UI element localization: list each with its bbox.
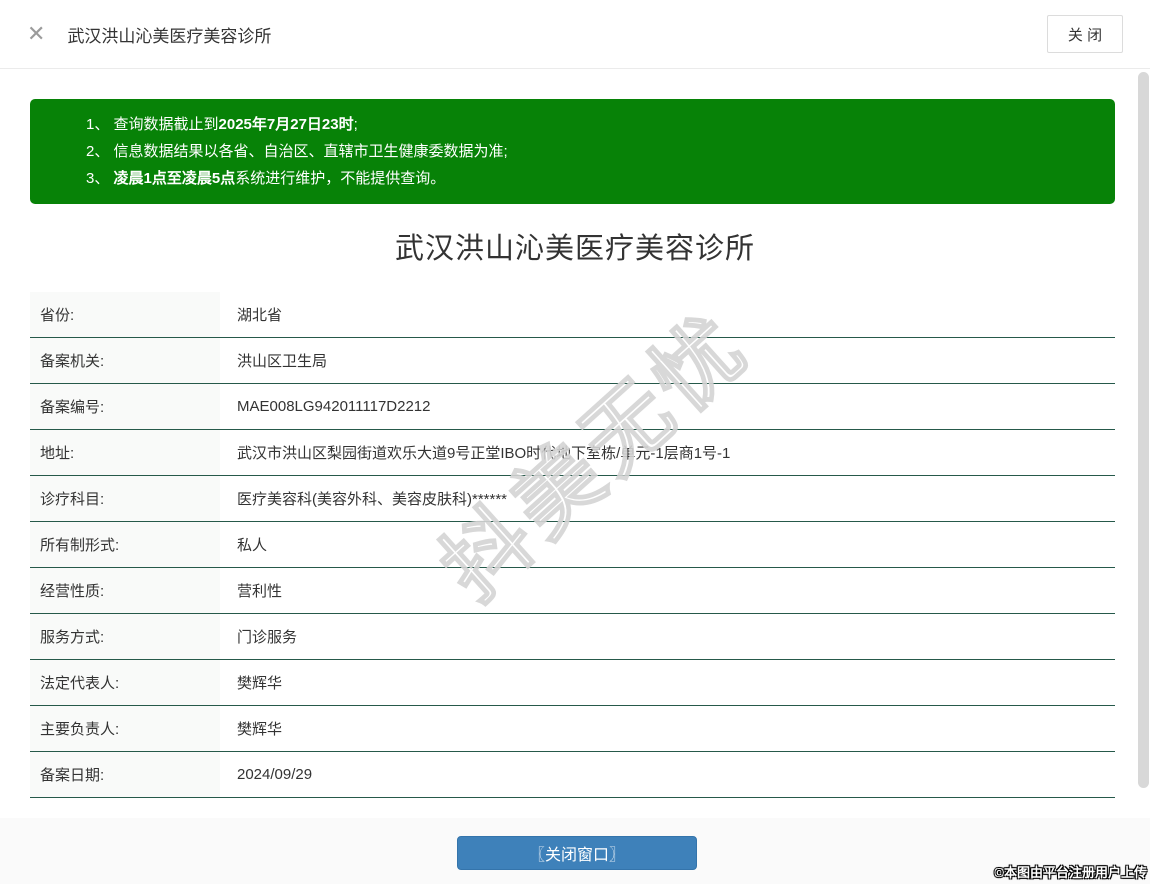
notice-box: 1、 查询数据截止到2025年7月27日23时; 2、 信息数据结果以各省、自治… xyxy=(30,99,1115,204)
row-value: 樊辉华 xyxy=(237,721,283,738)
table-row: 所有制形式: 私人 xyxy=(30,522,1115,568)
notice-line-1-suffix: ; xyxy=(353,116,358,133)
row-label: 经营性质: xyxy=(30,568,220,613)
notice-line-3-text: 3、 xyxy=(86,170,114,187)
row-label: 所有制形式: xyxy=(30,522,220,567)
row-value: 医疗美容科(美容外科、美容皮肤科)****** xyxy=(237,491,508,508)
row-value: 洪山区卫生局 xyxy=(237,353,328,370)
scrollbar-thumb[interactable] xyxy=(1138,72,1149,788)
table-row: 地址: 武汉市洪山区梨园街道欢乐大道9号正堂IBO时代地下室栋/单元-1层商1号-… xyxy=(30,430,1115,476)
table-row: 备案编号: MAE008LG942011117D2212 xyxy=(30,384,1115,430)
row-label: 法定代表人: xyxy=(30,660,220,705)
notice-line-3-suffix: 系统进行维护，不能提供查询。 xyxy=(235,170,446,187)
row-label: 诊疗科目: xyxy=(30,476,220,521)
record-table: 省份: 湖北省 备案机关: 洪山区卫生局 备案编号: MAE008LG942011117D… xyxy=(30,292,1115,798)
row-label: 备案机关: xyxy=(30,338,220,383)
notice-line-2-text: 2、 信息数据结果以各省、自治区、直辖市卫生健康委数据为准; xyxy=(86,143,508,160)
table-row: 备案日期: 2024/09/29 xyxy=(30,752,1115,798)
row-value: 门诊服务 xyxy=(237,629,298,646)
table-row: 主要负责人: 樊辉华 xyxy=(30,706,1115,752)
row-value: 2024/09/29 xyxy=(237,766,313,783)
window-title: 武汉洪山沁美医疗美容诊所 xyxy=(67,26,272,46)
record-title: 武汉洪山沁美医疗美容诊所 xyxy=(394,233,755,265)
table-row: 法定代表人: 樊辉华 xyxy=(30,660,1115,706)
window-header: ✕ 武汉洪山沁美医疗美容诊所 关 闭 xyxy=(0,0,1150,69)
row-value: 樊辉华 xyxy=(237,675,283,692)
row-value: MAE008LG942011117D2212 xyxy=(237,398,431,415)
table-row: 服务方式: 门诊服务 xyxy=(30,614,1115,660)
table-row: 省份: 湖北省 xyxy=(30,292,1115,338)
notice-line-1-text: 1、 查询数据截止到 xyxy=(86,116,219,133)
table-row: 备案机关: 洪山区卫生局 xyxy=(30,338,1115,384)
footer-bar: 〖关闭窗口〗 xyxy=(0,818,1150,884)
close-button[interactable]: 关 闭 xyxy=(1047,15,1123,53)
close-x-icon[interactable]: ✕ xyxy=(27,23,45,45)
row-value: 湖北省 xyxy=(237,307,283,324)
notice-line-3-bold: 凌晨1点至凌晨5点 xyxy=(113,170,236,187)
close-window-button[interactable]: 〖关闭窗口〗 xyxy=(457,836,697,870)
notice-line-1: 1、 查询数据截止到2025年7月27日23时; xyxy=(86,111,1095,138)
notice-line-3: 3、 凌晨1点至凌晨5点系统进行维护，不能提供查询。 xyxy=(86,165,1095,192)
row-label: 备案编号: xyxy=(30,384,220,429)
row-label: 主要负责人: xyxy=(30,706,220,751)
table-row: 诊疗科目: 医疗美容科(美容外科、美容皮肤科)****** xyxy=(30,476,1115,522)
table-row: 经营性质: 营利性 xyxy=(30,568,1115,614)
notice-line-1-bold: 2025年7月27日23时 xyxy=(218,116,354,133)
row-label: 地址: xyxy=(30,430,220,475)
row-value: 武汉市洪山区梨园街道欢乐大道9号正堂IBO时代地下室栋/单元-1层商1号-1 xyxy=(237,445,731,462)
row-label: 服务方式: xyxy=(30,614,220,659)
copyright-text: ©本图由平台注册用户上传 xyxy=(994,865,1147,880)
row-label: 备案日期: xyxy=(30,752,220,797)
notice-line-2: 2、 信息数据结果以各省、自治区、直辖市卫生健康委数据为准; xyxy=(86,138,1095,165)
row-label: 省份: xyxy=(30,292,220,337)
row-value: 私人 xyxy=(237,537,268,554)
row-value: 营利性 xyxy=(237,583,283,600)
